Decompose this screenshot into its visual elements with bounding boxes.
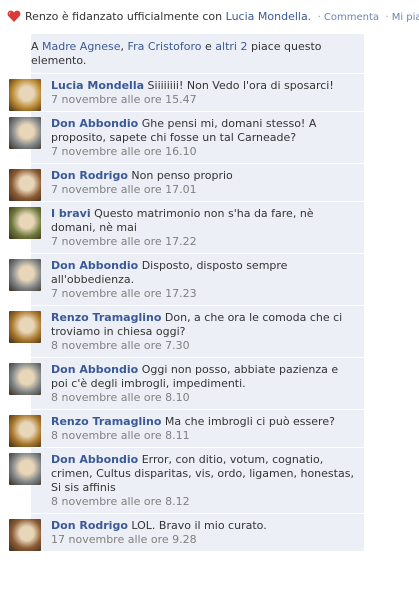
comment-author-link[interactable]: Lucia Mondella bbox=[51, 79, 144, 92]
likes-conjunction: e bbox=[204, 40, 212, 53]
liker-link[interactable]: Fra Cristoforo bbox=[128, 40, 202, 53]
avatar[interactable] bbox=[9, 259, 41, 291]
comment-text: Siiiiiiii! Non Vedo l'ora di sposarci! bbox=[147, 79, 334, 92]
comment-author-link[interactable]: Don Abbondio bbox=[51, 453, 138, 466]
comment-timestamp[interactable]: 8 novembre alle ore 8.11 bbox=[51, 429, 358, 443]
likes-summary: A Madre Agnese, Fra Cristoforo e altri 2… bbox=[31, 34, 364, 74]
avatar[interactable] bbox=[9, 311, 41, 343]
comment-text: Questo matrimonio non s'ha da fare, nè d… bbox=[51, 207, 314, 234]
comment-body: Don Abbondio Oggi non posso, abbiate paz… bbox=[51, 358, 364, 409]
comment-item: Lucia Mondella Siiiiiiii! Non Vedo l'ora… bbox=[9, 74, 364, 112]
comment-body: I bravi Questo matrimonio non s'ha da fa… bbox=[51, 202, 364, 253]
comment-author-link[interactable]: I bravi bbox=[51, 207, 91, 220]
comment-body: Don Rodrigo Non penso proprio 7 novembre … bbox=[51, 164, 364, 201]
comment-timestamp[interactable]: 7 novembre alle ore 16.10 bbox=[51, 145, 358, 159]
avatar[interactable] bbox=[9, 169, 41, 201]
heart-icon bbox=[7, 10, 21, 22]
header-name: Renzo bbox=[25, 10, 59, 23]
comment-body: Lucia Mondella Siiiiiiii! Non Vedo l'ora… bbox=[51, 74, 364, 111]
others-link[interactable]: altri 2 bbox=[215, 40, 247, 53]
comment-item: Don Rodrigo Non penso proprio 7 novembre … bbox=[9, 164, 364, 202]
likes-separator: , bbox=[120, 40, 125, 53]
avatar[interactable] bbox=[9, 519, 41, 551]
comment-text: Non penso proprio bbox=[131, 169, 233, 182]
comment-body: Don Abbondio Disposto, disposto sempre a… bbox=[51, 254, 364, 305]
avatar[interactable] bbox=[9, 415, 41, 447]
comment-author-link[interactable]: Don Abbondio bbox=[51, 363, 138, 376]
header-status: è fidanzato ufficialmente con bbox=[61, 10, 223, 23]
comment-author-link[interactable]: Renzo Tramaglino bbox=[51, 415, 161, 428]
comment-body: Don Abbondio Ghe pensi mi, domani stesso… bbox=[51, 112, 364, 163]
comment-author-link[interactable]: Don Abbondio bbox=[51, 259, 138, 272]
avatar[interactable] bbox=[9, 117, 41, 149]
comment-timestamp[interactable]: 8 novembre alle ore 8.12 bbox=[51, 495, 358, 509]
comment-author-link[interactable]: Don Rodrigo bbox=[51, 169, 128, 182]
comment-author-link[interactable]: Renzo Tramaglino bbox=[51, 311, 161, 324]
comment-item: Don Rodrigo LOL. Bravo il mio curato. 17 … bbox=[9, 514, 364, 552]
comment-item: Don Abbondio Oggi non posso, abbiate paz… bbox=[9, 358, 364, 410]
comment-item: I bravi Questo matrimonio non s'ha da fa… bbox=[9, 202, 364, 254]
comment-body: Renzo Tramaglino Don, a che ora le comod… bbox=[51, 306, 364, 357]
feedback-panel: A Madre Agnese, Fra Cristoforo e altri 2… bbox=[9, 34, 364, 552]
liker-link[interactable]: Madre Agnese bbox=[42, 40, 121, 53]
likes-prefix: A bbox=[31, 40, 39, 53]
comment-body: Don Rodrigo LOL. Bravo il mio curato. 17 … bbox=[51, 514, 364, 551]
comment-timestamp[interactable]: 7 novembre alle ore 17.01 bbox=[51, 183, 358, 197]
comment-item: Renzo Tramaglino Don, a che ora le comod… bbox=[9, 306, 364, 358]
partner-link[interactable]: Lucia Mondella. bbox=[226, 10, 312, 23]
avatar[interactable] bbox=[9, 207, 41, 239]
like-link[interactable]: Mi piace bbox=[392, 12, 419, 23]
comment-text: Ma che imbrogli ci può essere? bbox=[164, 415, 335, 428]
comment-timestamp[interactable]: 7 novembre alle ore 15.47 bbox=[51, 93, 358, 107]
story-header: Renzo è fidanzato ufficialmente con Luci… bbox=[0, 0, 419, 34]
avatar[interactable] bbox=[9, 79, 41, 111]
comment-text: LOL. Bravo il mio curato. bbox=[131, 519, 267, 532]
comment-timestamp[interactable]: 8 novembre alle ore 8.10 bbox=[51, 391, 358, 405]
comment-item: Don Abbondio Error, con ditio, votum, co… bbox=[9, 448, 364, 514]
comment-body: Renzo Tramaglino Ma che imbrogli ci può … bbox=[51, 410, 364, 447]
comment-link[interactable]: Commenta bbox=[324, 12, 379, 23]
separator-dot: · bbox=[317, 12, 321, 23]
separator-dot: · bbox=[385, 12, 389, 23]
comment-author-link[interactable]: Don Abbondio bbox=[51, 117, 138, 130]
avatar[interactable] bbox=[9, 453, 41, 485]
comment-timestamp[interactable]: 7 novembre alle ore 17.22 bbox=[51, 235, 358, 249]
comment-body: Don Abbondio Error, con ditio, votum, co… bbox=[51, 448, 364, 513]
comment-item: Don Abbondio Ghe pensi mi, domani stesso… bbox=[9, 112, 364, 164]
comment-timestamp[interactable]: 17 novembre alle ore 9.28 bbox=[51, 533, 358, 547]
comment-author-link[interactable]: Don Rodrigo bbox=[51, 519, 128, 532]
avatar[interactable] bbox=[9, 363, 41, 395]
comment-timestamp[interactable]: 8 novembre alle ore 7.30 bbox=[51, 339, 358, 353]
comment-item: Don Abbondio Disposto, disposto sempre a… bbox=[9, 254, 364, 306]
comment-item: Renzo Tramaglino Ma che imbrogli ci può … bbox=[9, 410, 364, 448]
comment-list: Lucia Mondella Siiiiiiii! Non Vedo l'ora… bbox=[9, 74, 364, 552]
comment-timestamp[interactable]: 7 novembre alle ore 17.23 bbox=[51, 287, 358, 301]
